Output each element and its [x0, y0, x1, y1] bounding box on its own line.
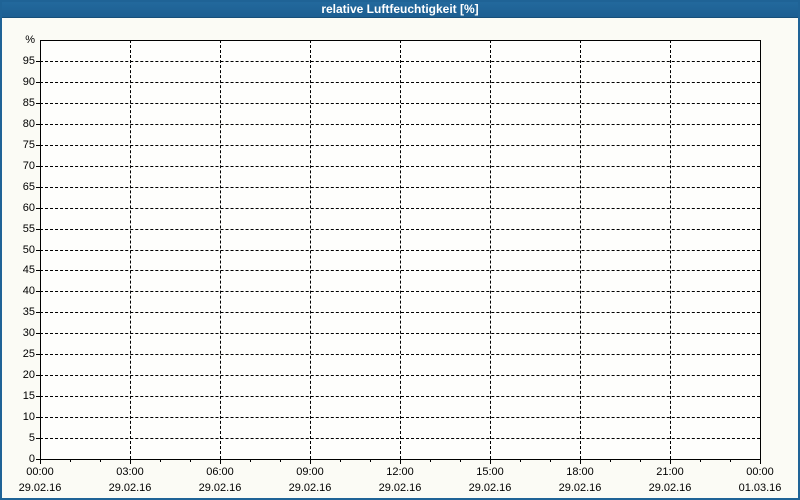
y-tick-mark — [36, 208, 40, 209]
x-tick-mark-minor — [430, 459, 431, 462]
x-tick-mark-major — [310, 459, 311, 464]
x-tick-mark-minor — [280, 459, 281, 462]
y-tick-mark — [36, 103, 40, 104]
y-tick-mark — [36, 82, 40, 83]
x-tick-time-label: 03:00 — [95, 466, 165, 478]
x-tick-time-label: 15:00 — [455, 466, 525, 478]
x-tick-mark-minor — [160, 459, 161, 462]
x-tick-mark-major — [760, 459, 761, 464]
x-tick-date-label: 29.02.16 — [545, 482, 615, 494]
x-tick-mark-minor — [250, 459, 251, 462]
x-tick-mark-major — [490, 459, 491, 464]
y-tick-label: 75 — [0, 139, 35, 151]
x-tick-mark-major — [400, 459, 401, 464]
gridline-vertical — [310, 40, 311, 459]
x-tick-mark-major — [130, 459, 131, 464]
y-tick-mark — [36, 312, 40, 313]
x-tick-mark-minor — [70, 459, 71, 462]
y-tick-label: 55 — [0, 223, 35, 235]
x-tick-time-label: 06:00 — [185, 466, 255, 478]
gridline-vertical — [220, 40, 221, 459]
x-tick-time-label: 00:00 — [5, 466, 75, 478]
gridline-vertical — [130, 40, 131, 459]
y-tick-mark — [36, 187, 40, 188]
y-tick-label: 70 — [0, 160, 35, 172]
x-tick-mark-minor — [610, 459, 611, 462]
y-tick-label: 0 — [0, 453, 35, 465]
x-tick-mark-minor — [460, 459, 461, 462]
gridline-vertical — [670, 40, 671, 459]
x-tick-mark-major — [40, 459, 41, 464]
y-tick-mark — [36, 61, 40, 62]
y-tick-mark — [36, 333, 40, 334]
y-tick-label: 40 — [0, 285, 35, 297]
x-tick-mark-minor — [520, 459, 521, 462]
y-tick-mark — [36, 354, 40, 355]
y-tick-mark — [36, 375, 40, 376]
x-tick-mark-major — [670, 459, 671, 464]
y-tick-mark — [36, 270, 40, 271]
y-tick-label: 45 — [0, 264, 35, 276]
gridline-vertical — [490, 40, 491, 459]
gridline-vertical — [580, 40, 581, 459]
x-tick-mark-minor — [340, 459, 341, 462]
x-tick-mark-major — [580, 459, 581, 464]
chart-window: relative Luftfeuchtigkeit [%] % 95 90 85 80 7… — [0, 0, 800, 500]
y-tick-label: 5 — [0, 432, 35, 444]
x-tick-time-label: 18:00 — [545, 466, 615, 478]
y-tick-mark — [36, 124, 40, 125]
y-tick-mark — [36, 145, 40, 146]
y-tick-label: 30 — [0, 327, 35, 339]
x-tick-date-label: 29.02.16 — [365, 482, 435, 494]
x-tick-mark-minor — [640, 459, 641, 462]
x-tick-date-label: 29.02.16 — [275, 482, 345, 494]
y-tick-mark — [36, 229, 40, 230]
x-tick-date-label: 29.02.16 — [5, 482, 75, 494]
y-tick-label: 15 — [0, 390, 35, 402]
x-tick-mark-minor — [190, 459, 191, 462]
y-tick-mark — [36, 438, 40, 439]
x-tick-date-label: 29.02.16 — [185, 482, 255, 494]
y-tick-label: 85 — [0, 97, 35, 109]
y-tick-label: 65 — [0, 181, 35, 193]
x-tick-mark-minor — [700, 459, 701, 462]
gridline-vertical — [400, 40, 401, 459]
y-tick-label: 80 — [0, 118, 35, 130]
x-tick-mark-minor — [730, 459, 731, 462]
y-tick-mark — [36, 166, 40, 167]
x-tick-time-label: 12:00 — [365, 466, 435, 478]
y-tick-label: 10 — [0, 411, 35, 423]
y-tick-mark — [36, 417, 40, 418]
x-tick-time-label: 09:00 — [275, 466, 345, 478]
y-tick-mark — [36, 396, 40, 397]
x-tick-mark-minor — [100, 459, 101, 462]
y-tick-label: 90 — [0, 76, 35, 88]
x-tick-mark-major — [220, 459, 221, 464]
x-tick-date-label: 29.02.16 — [635, 482, 705, 494]
y-tick-label: 95 — [0, 55, 35, 67]
x-tick-mark-minor — [550, 459, 551, 462]
x-tick-time-label: 21:00 — [635, 466, 705, 478]
y-tick-mark — [36, 291, 40, 292]
x-tick-date-label: 29.02.16 — [455, 482, 525, 494]
y-tick-label: 25 — [0, 348, 35, 360]
x-tick-date-label: 29.02.16 — [95, 482, 165, 494]
y-tick-label: 60 — [0, 202, 35, 214]
y-tick-label: 35 — [0, 306, 35, 318]
x-tick-time-label: 00:00 — [725, 466, 795, 478]
y-axis-unit-label: % — [0, 34, 35, 46]
window-title: relative Luftfeuchtigkeit [%] — [321, 2, 478, 16]
y-tick-label: 20 — [0, 369, 35, 381]
x-tick-date-label: 01.03.16 — [725, 482, 795, 494]
window-titlebar: relative Luftfeuchtigkeit [%] — [0, 0, 800, 18]
y-tick-mark — [36, 250, 40, 251]
x-tick-mark-minor — [370, 459, 371, 462]
y-tick-label: 50 — [0, 244, 35, 256]
